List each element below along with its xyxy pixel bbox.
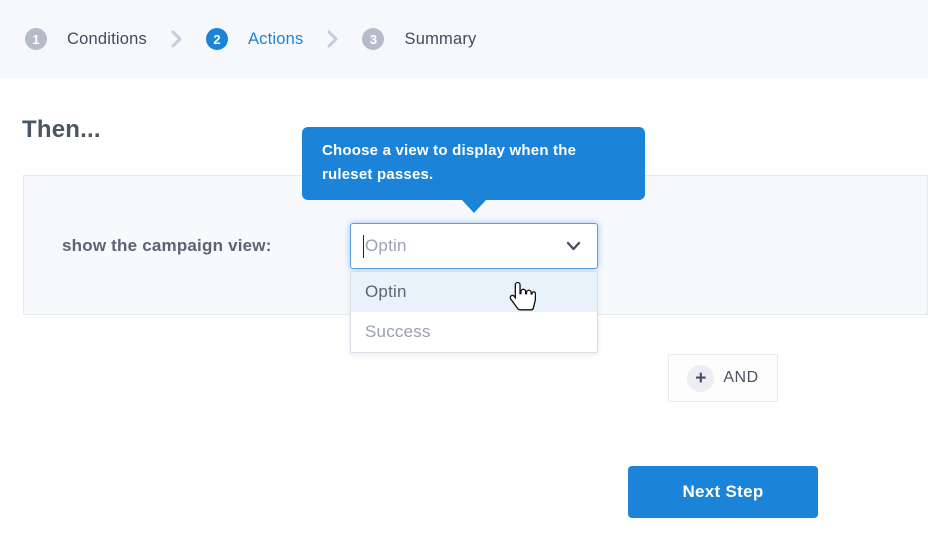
wizard-screen: 1 Conditions 2 Actions 3 Summary Then...… [0,0,928,539]
step-actions[interactable]: 2 Actions [206,28,304,50]
tooltip: Choose a view to display when the rulese… [302,127,645,200]
and-button-label: AND [723,369,758,387]
campaign-view-label: show the campaign view: [62,236,272,256]
wizard-stepper: 1 Conditions 2 Actions 3 Summary [0,0,928,78]
text-caret [363,235,364,258]
hand-cursor-icon [509,280,536,316]
add-and-condition-button[interactable]: + AND [668,354,778,402]
chevron-right-icon [327,30,338,48]
dropdown-option-optin[interactable]: Optin [351,272,597,312]
plus-icon: + [687,365,714,392]
chevron-right-icon [171,30,182,48]
chevron-down-icon [566,241,581,251]
step-summary[interactable]: 3 Summary [362,28,476,50]
step-number-badge: 3 [362,28,384,50]
step-number-badge: 1 [25,28,47,50]
dropdown-option-success[interactable]: Success [351,312,597,352]
campaign-view-select[interactable]: Optin [350,223,598,269]
step-conditions[interactable]: 1 Conditions [25,28,147,50]
tooltip-text: Choose a view to display when the rulese… [322,139,600,187]
next-step-button[interactable]: Next Step [628,466,818,518]
step-label: Actions [248,30,304,49]
step-label: Conditions [67,30,147,49]
step-label: Summary [404,30,476,49]
page-title: Then... [22,116,101,144]
select-dropdown-menu: Optin Success [350,271,598,353]
select-value: Optin [365,236,407,256]
tooltip-arrow [462,200,486,213]
step-number-badge: 2 [206,28,228,50]
